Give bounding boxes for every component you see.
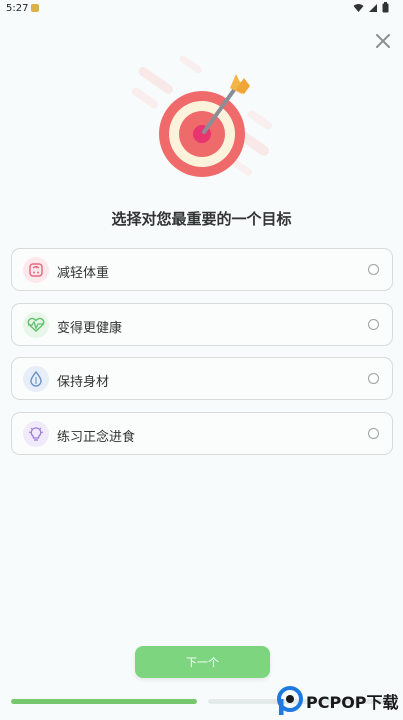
water-drop-icon — [23, 366, 49, 392]
option-mindful-eating[interactable]: 练习正念进食 — [11, 411, 393, 455]
status-time: 5:27 — [6, 3, 29, 14]
watermark-text: PCPOP下载 — [306, 693, 399, 712]
option-lose-weight[interactable]: 减轻体重 — [11, 248, 393, 291]
heartbeat-icon — [23, 311, 49, 338]
radio-button[interactable] — [368, 373, 379, 384]
radio-button[interactable] — [368, 264, 379, 275]
option-label: 练习正念进食 — [57, 429, 136, 445]
app-notification-icon — [31, 4, 39, 12]
goal-options: 减轻体重 变得更健康 保持身材 练习正念进食 — [11, 248, 393, 466]
watermark: PCPOP下载 — [277, 682, 403, 720]
wifi-icon — [353, 3, 364, 12]
scale-icon — [23, 257, 49, 283]
close-button[interactable] — [372, 30, 394, 52]
page-title: 选择对您最重要的一个目标 — [111, 210, 292, 228]
signal-icon — [369, 3, 377, 12]
option-label: 减轻体重 — [57, 266, 110, 281]
radio-button[interactable] — [368, 427, 379, 439]
option-label: 保持身材 — [57, 375, 110, 390]
option-stay-fit[interactable]: 保持身材 — [11, 357, 393, 400]
watermark-logo-icon — [277, 686, 303, 715]
status-indicators — [353, 2, 389, 13]
status-bar: 5:27 — [0, 0, 403, 18]
target-illustration — [131, 56, 273, 177]
radio-button[interactable] — [368, 318, 379, 330]
lightbulb-icon — [23, 420, 49, 447]
battery-icon — [382, 2, 389, 13]
progress-fill — [11, 699, 197, 704]
option-get-healthier[interactable]: 变得更健康 — [11, 302, 393, 346]
option-label: 变得更健康 — [57, 320, 123, 336]
next-button[interactable]: 下一个 — [135, 646, 270, 678]
close-icon — [376, 34, 390, 48]
